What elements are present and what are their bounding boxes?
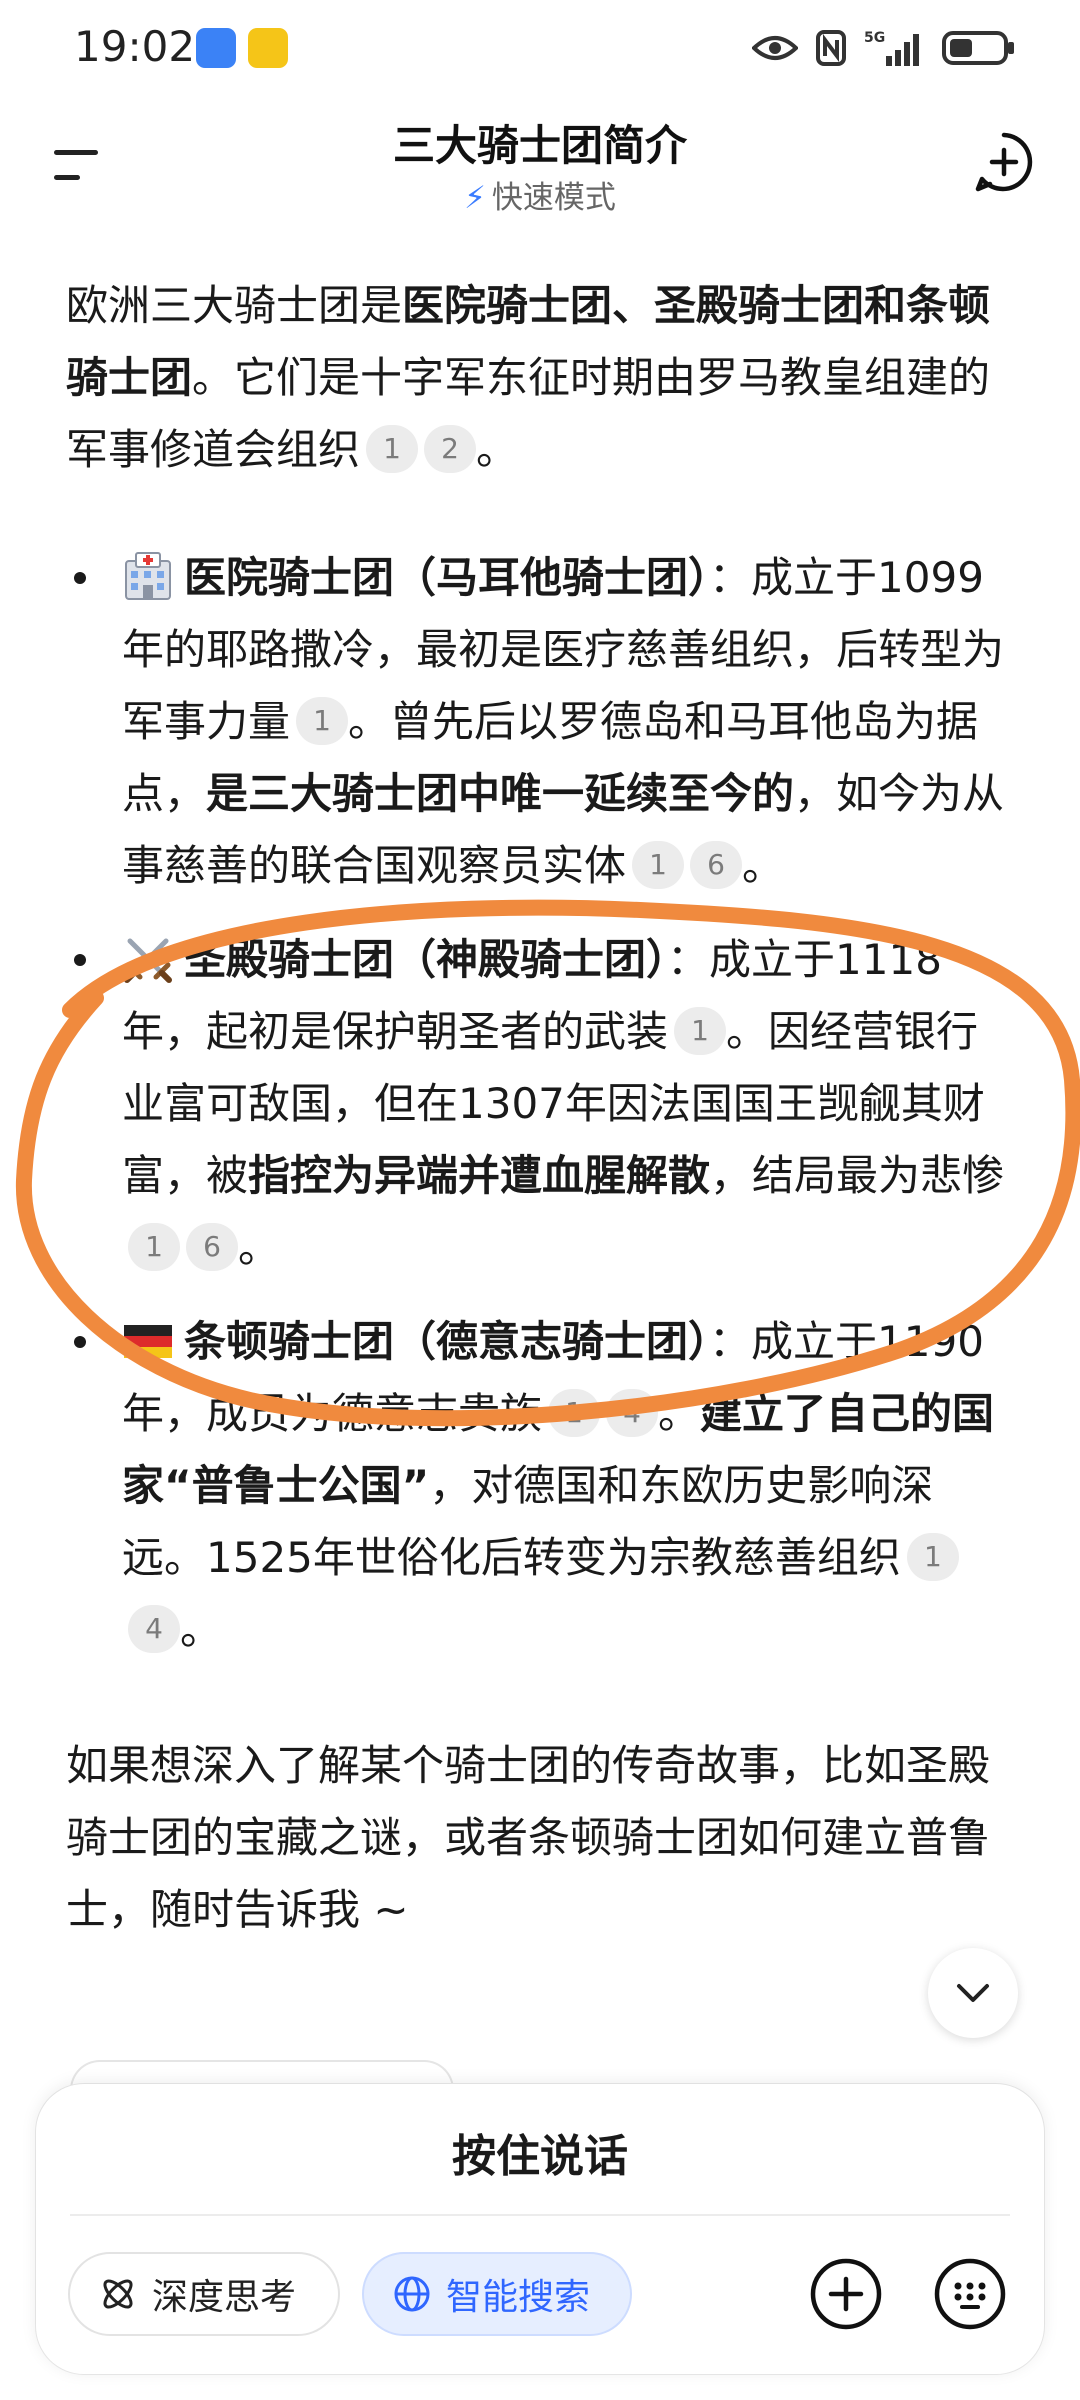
keyboard-icon[interactable] [930, 2254, 1010, 2334]
intro-text-2: 。它们是十字军东征时期由罗马教皇组建的军事修道会组织 [66, 353, 991, 474]
list-item-teutonic: 条顿骑士团（德意志骑士团）：成立于1190年，成员为德意志贵族 1 4 。建立了自己的… [66, 1306, 1016, 1666]
citation-badge[interactable]: 4 [128, 1604, 180, 1653]
citation-badge[interactable]: 1 [548, 1388, 601, 1437]
item-end: 。 [238, 1223, 281, 1272]
bullet-dot [74, 1336, 86, 1348]
citation-badge[interactable]: 1 [128, 1222, 180, 1271]
intro-end: 。 [476, 425, 519, 474]
citation-badge[interactable]: 1 [632, 840, 685, 889]
status-icons: 5G [752, 28, 1016, 68]
item-colon: ： [709, 553, 752, 602]
citation-badge[interactable]: 2 [424, 424, 477, 473]
nfc-icon [816, 30, 846, 66]
item-text: 。 [658, 1389, 701, 1438]
mode-label: 快速模式 [491, 180, 616, 216]
signal-5g-icon: 5G [864, 30, 919, 66]
crossed-swords-icon [124, 938, 172, 983]
closing-paragraph: 如果想深入了解某个骑士团的传奇故事，比如圣殿骑士团的宝藏之谜，或者条顿骑士团如何… [66, 1741, 991, 1934]
eye-icon [752, 36, 798, 60]
mode-indicator[interactable]: ⚡ 快速模式 [0, 172, 1080, 217]
citation-badge[interactable]: 6 [186, 1222, 238, 1271]
globe-icon [394, 2276, 430, 2312]
citation-badge[interactable]: 1 [296, 696, 349, 745]
new-chat-icon[interactable] [972, 130, 1036, 194]
item-title: 医院骑士团（马耳他骑士团） [184, 553, 710, 602]
hospital-icon [125, 551, 171, 600]
app-market-notification-icon [196, 28, 236, 68]
item-title: 圣殿骑士团（神殿骑士团） [184, 935, 668, 984]
input-panel: 按住说话 深度思考 智能搜索 [36, 2084, 1044, 2374]
lightning-icon: ⚡ [464, 180, 486, 216]
item-end: 。 [742, 841, 785, 890]
item-bold: 指控为异端并遭血腥解散 [248, 1151, 711, 1200]
order-list: 医院骑士团（马耳他骑士团）：成立于1099年的耶路撒冷，最初是医疗慈善组织，后转… [66, 542, 1016, 1666]
smart-search-toggle[interactable]: 智能搜索 [362, 2252, 632, 2336]
list-item-templar: 圣殿骑士团（神殿骑士团）：成立于1118年，起初是保护朝圣者的武装 1 。因经营银行… [66, 924, 1016, 1284]
item-title: 条顿骑士团（德意志骑士团） [184, 1317, 710, 1366]
smart-search-label: 智能搜索 [446, 2277, 591, 2318]
item-colon: ： [667, 935, 710, 984]
atom-icon [103, 2279, 133, 2309]
deep-think-toggle[interactable]: 深度思考 [68, 2252, 340, 2336]
chevron-down-icon [957, 1984, 989, 2002]
chat-header: 三大骑士团简介 ⚡ 快速模式 [0, 100, 1080, 230]
add-icon[interactable] [806, 2254, 886, 2334]
intro-paragraph: 欧洲三大骑士团是医院骑士团、圣殿骑士团和条顿骑士团。它们是十字军东征时期由罗马教… [66, 270, 1016, 486]
battery-icon [942, 31, 1014, 65]
mail-notification-icon [248, 28, 288, 68]
divider [70, 2214, 1010, 2216]
intro-text: 欧洲三大骑士团是 [66, 281, 403, 330]
german-flag-icon [124, 1324, 172, 1358]
list-item-hospitaller: 医院骑士团（马耳他骑士团）：成立于1099年的耶路撒冷，最初是医疗慈善组织，后转… [66, 542, 1016, 902]
bullet-dot [74, 572, 86, 584]
citation-badge[interactable]: 1 [366, 424, 419, 473]
item-end: 。 [180, 1605, 223, 1654]
chat-response: 欧洲三大骑士团是医院骑士团、圣殿骑士团和条顿骑士团。它们是十字军东征时期由罗马教… [66, 270, 1016, 1946]
citation-badge[interactable]: 1 [906, 1532, 959, 1581]
item-text: ，结局最为悲惨 [710, 1151, 1005, 1200]
deep-think-label: 深度思考 [152, 2277, 297, 2318]
item-colon: ： [709, 1317, 752, 1366]
citation-badge[interactable]: 6 [690, 840, 743, 889]
scroll-down-button[interactable] [928, 1948, 1018, 2038]
citation-badge[interactable]: 1 [674, 1006, 727, 1055]
bullet-dot [74, 954, 86, 966]
status-bar: 19:02 5G [0, 0, 1080, 100]
item-bold: 是三大骑士团中唯一延续至今的 [206, 769, 795, 818]
page-title: 三大骑士团简介 [392, 121, 687, 170]
svg-text:5G: 5G [864, 30, 885, 46]
status-time: 19:02 [74, 22, 196, 71]
citation-badge[interactable]: 4 [606, 1388, 659, 1437]
hold-to-talk-button[interactable]: 按住说话 [36, 2120, 1044, 2184]
